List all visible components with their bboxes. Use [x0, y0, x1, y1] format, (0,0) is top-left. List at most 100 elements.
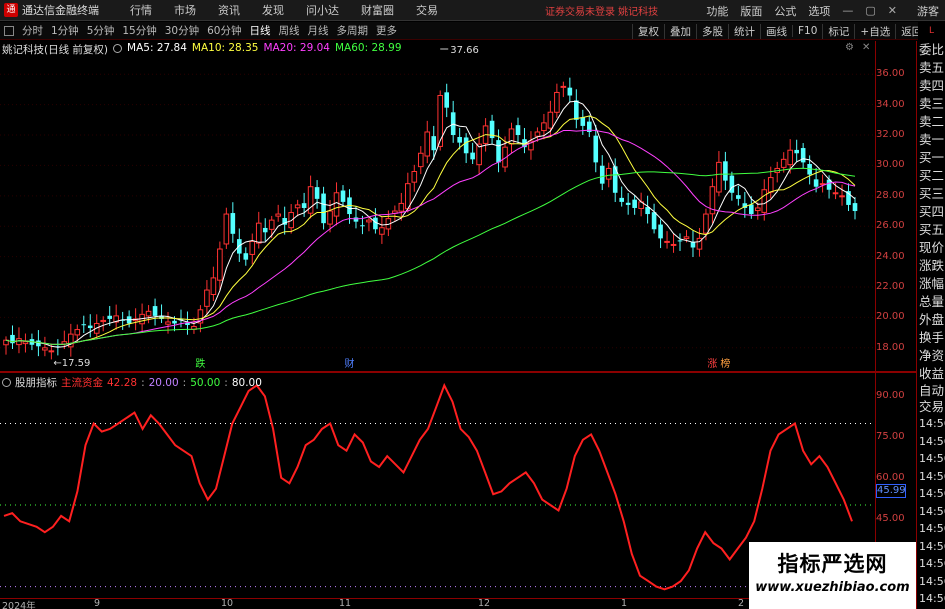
menu-quotes[interactable]: 行情: [119, 2, 163, 18]
draw-line-button[interactable]: 画线: [760, 23, 792, 39]
candle: [742, 191, 748, 218]
watermark-title: 指标严选网: [777, 552, 888, 576]
candle: [508, 122, 515, 153]
menu-formula[interactable]: 公式: [768, 3, 802, 19]
multi-stock-button[interactable]: 多股: [696, 23, 728, 39]
candle: [81, 315, 87, 334]
line-80-value: 80.00: [231, 376, 262, 389]
candle: [709, 178, 716, 224]
period-toolbar: 分时 1分钟 5分钟 15分钟 30分钟 60分钟 日线 周线 月线 多周期 更…: [0, 22, 945, 40]
candle: [819, 174, 826, 193]
mark-button[interactable]: 标记: [822, 23, 854, 39]
tab-60min[interactable]: 60分钟: [203, 23, 245, 38]
date-tick: 9: [94, 598, 101, 609]
price-chart[interactable]: 37.66 ←17.59 跌 财 涨榜: [0, 41, 875, 371]
trade-time: 14:56: [919, 452, 945, 465]
stats-button[interactable]: 统计: [728, 23, 760, 39]
settings-circle-icon[interactable]: [113, 44, 123, 53]
candle: [619, 186, 624, 207]
tab-15min[interactable]: 15分钟: [118, 23, 160, 38]
settings-circle-icon[interactable]: [2, 378, 11, 387]
candle: [632, 195, 637, 215]
minimize-icon[interactable]: —: [836, 4, 859, 17]
menu-wealth-circle[interactable]: 财富圈: [350, 2, 405, 18]
candle: [839, 184, 845, 206]
menu-news[interactable]: 资讯: [207, 2, 251, 18]
ma5-value: MA5: 27.84: [127, 42, 187, 54]
tab-daily[interactable]: 日线: [246, 23, 275, 38]
candle: [625, 193, 631, 215]
close-icon[interactable]: ✕: [882, 4, 903, 17]
guest-button[interactable]: 游客: [911, 3, 945, 19]
side-panel-item: 买三: [919, 186, 945, 201]
menu-options[interactable]: 选项: [802, 3, 836, 19]
side-panel-item: 收益: [919, 366, 945, 381]
candle: [139, 303, 145, 332]
panel-divider[interactable]: [0, 371, 916, 373]
tab-1min[interactable]: 1分钟: [47, 23, 83, 38]
menu-trade[interactable]: 交易: [405, 2, 449, 18]
menu-ask[interactable]: 问小达: [295, 2, 350, 18]
date-tick: 12: [478, 598, 491, 609]
menu-market[interactable]: 市场: [163, 2, 207, 18]
side-panel-item: 总量: [919, 294, 945, 309]
candle: [282, 206, 287, 235]
date-tick: 1: [621, 598, 628, 609]
candle: [340, 185, 346, 207]
tab-5min[interactable]: 5分钟: [83, 23, 119, 38]
side-panel-item: 涨跌: [919, 258, 945, 273]
candle: [463, 133, 469, 164]
candle: [670, 233, 677, 253]
candle: [774, 161, 781, 183]
tab-more[interactable]: 更多: [372, 23, 401, 38]
price-tick: 24.00: [876, 250, 905, 262]
ma5-line: [5, 100, 856, 348]
candle: [424, 120, 431, 164]
candle: [489, 114, 495, 145]
candle: [574, 89, 579, 129]
candle: [159, 304, 164, 324]
candle: [152, 298, 158, 326]
tab-30min[interactable]: 30分钟: [161, 23, 203, 38]
menu-discover[interactable]: 发现: [251, 2, 295, 18]
tab-monthly[interactable]: 月线: [304, 23, 333, 38]
candle: [586, 115, 592, 138]
candle: [223, 207, 230, 249]
tab-intraday[interactable]: 分时: [18, 23, 47, 38]
indicator-chart[interactable]: [0, 374, 875, 598]
close-panel-icon[interactable]: ✕: [862, 42, 870, 53]
candle: [68, 323, 74, 357]
candle: [716, 151, 722, 197]
overlay-button[interactable]: 叠加: [664, 23, 696, 39]
tab-multi-period[interactable]: 多周期: [333, 23, 373, 38]
ma-legend: 姚记科技(日线 前复权) MA5: 27.84 MA10: 28.35 MA20…: [2, 42, 402, 57]
trade-time: 14:56: [919, 487, 945, 500]
maximize-icon[interactable]: ▢: [859, 4, 881, 17]
restore-rights-button[interactable]: 复权: [632, 23, 664, 39]
current-value-badge: 45.99: [876, 484, 906, 498]
side-panel-item[interactable]: 交易: [917, 399, 945, 415]
candle: [677, 233, 683, 251]
tab-weekly[interactable]: 周线: [275, 23, 304, 38]
candle: [145, 305, 152, 324]
indicator-tick: 45.00: [876, 512, 905, 524]
trade-time: 14:56: [919, 539, 945, 553]
candle: [450, 100, 456, 143]
menu-function[interactable]: 功能: [700, 3, 734, 19]
grid-icon[interactable]: [4, 25, 14, 36]
gear-icon[interactable]: ⚙: [845, 42, 854, 53]
candle: [554, 83, 560, 118]
side-panel-item: 外盘: [919, 312, 945, 327]
candle: [645, 195, 650, 224]
menu-layout[interactable]: 版面: [734, 3, 768, 19]
candle: [723, 151, 728, 190]
add-watchlist-button[interactable]: +自选: [854, 23, 895, 39]
high-label: 37.66: [450, 45, 479, 56]
candle: [846, 183, 851, 212]
f10-button[interactable]: F10: [792, 25, 822, 37]
date-tick: 11: [339, 598, 352, 609]
date-tick: 2024年: [2, 601, 36, 609]
candle: [794, 139, 799, 162]
side-panel-item[interactable]: 自动: [917, 383, 945, 399]
candle: [230, 202, 236, 243]
